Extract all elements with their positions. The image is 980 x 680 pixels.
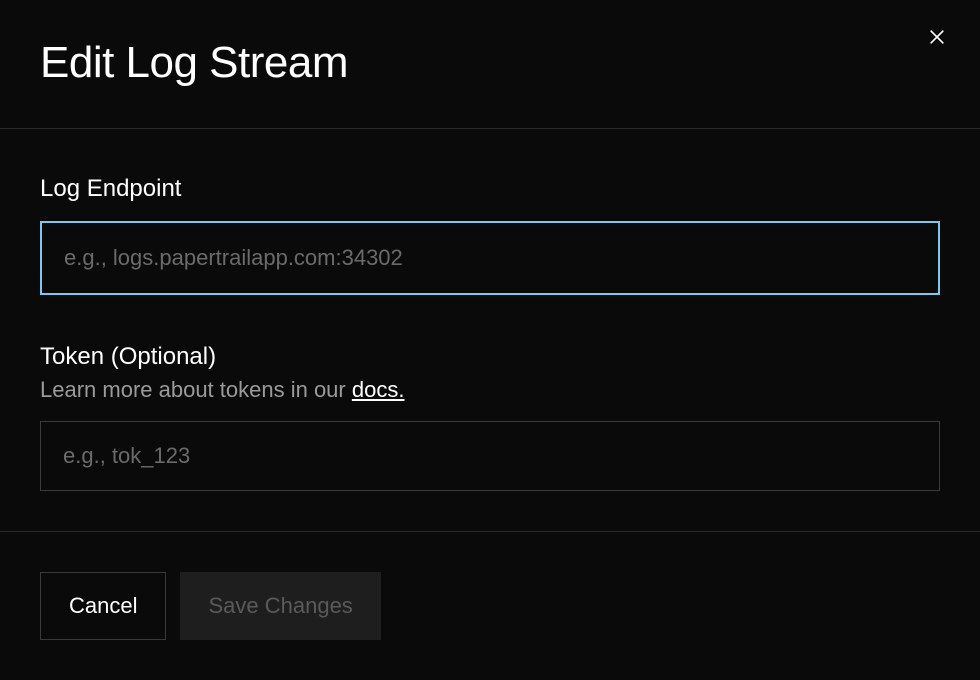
close-button[interactable]: [922, 22, 952, 52]
docs-link[interactable]: docs.: [352, 377, 405, 402]
endpoint-label: Log Endpoint: [40, 175, 940, 203]
token-helper-text: Learn more about tokens in our docs.: [40, 377, 940, 403]
close-icon: [927, 27, 947, 47]
modal-body: Log Endpoint Token (Optional) Learn more…: [0, 129, 980, 532]
token-field-group: Token (Optional) Learn more about tokens…: [40, 343, 940, 491]
token-helper-prefix: Learn more about tokens in our: [40, 377, 352, 402]
token-label: Token (Optional): [40, 343, 940, 371]
endpoint-input[interactable]: [40, 221, 940, 295]
modal-footer: Cancel Save Changes: [0, 532, 980, 680]
token-input[interactable]: [40, 421, 940, 491]
edit-log-stream-modal: Edit Log Stream Log Endpoint Token (Opti…: [0, 0, 980, 678]
save-changes-button[interactable]: Save Changes: [180, 572, 380, 640]
modal-title: Edit Log Stream: [40, 38, 940, 88]
cancel-button[interactable]: Cancel: [40, 572, 166, 640]
modal-header: Edit Log Stream: [0, 0, 980, 129]
endpoint-field-group: Log Endpoint: [40, 175, 940, 295]
